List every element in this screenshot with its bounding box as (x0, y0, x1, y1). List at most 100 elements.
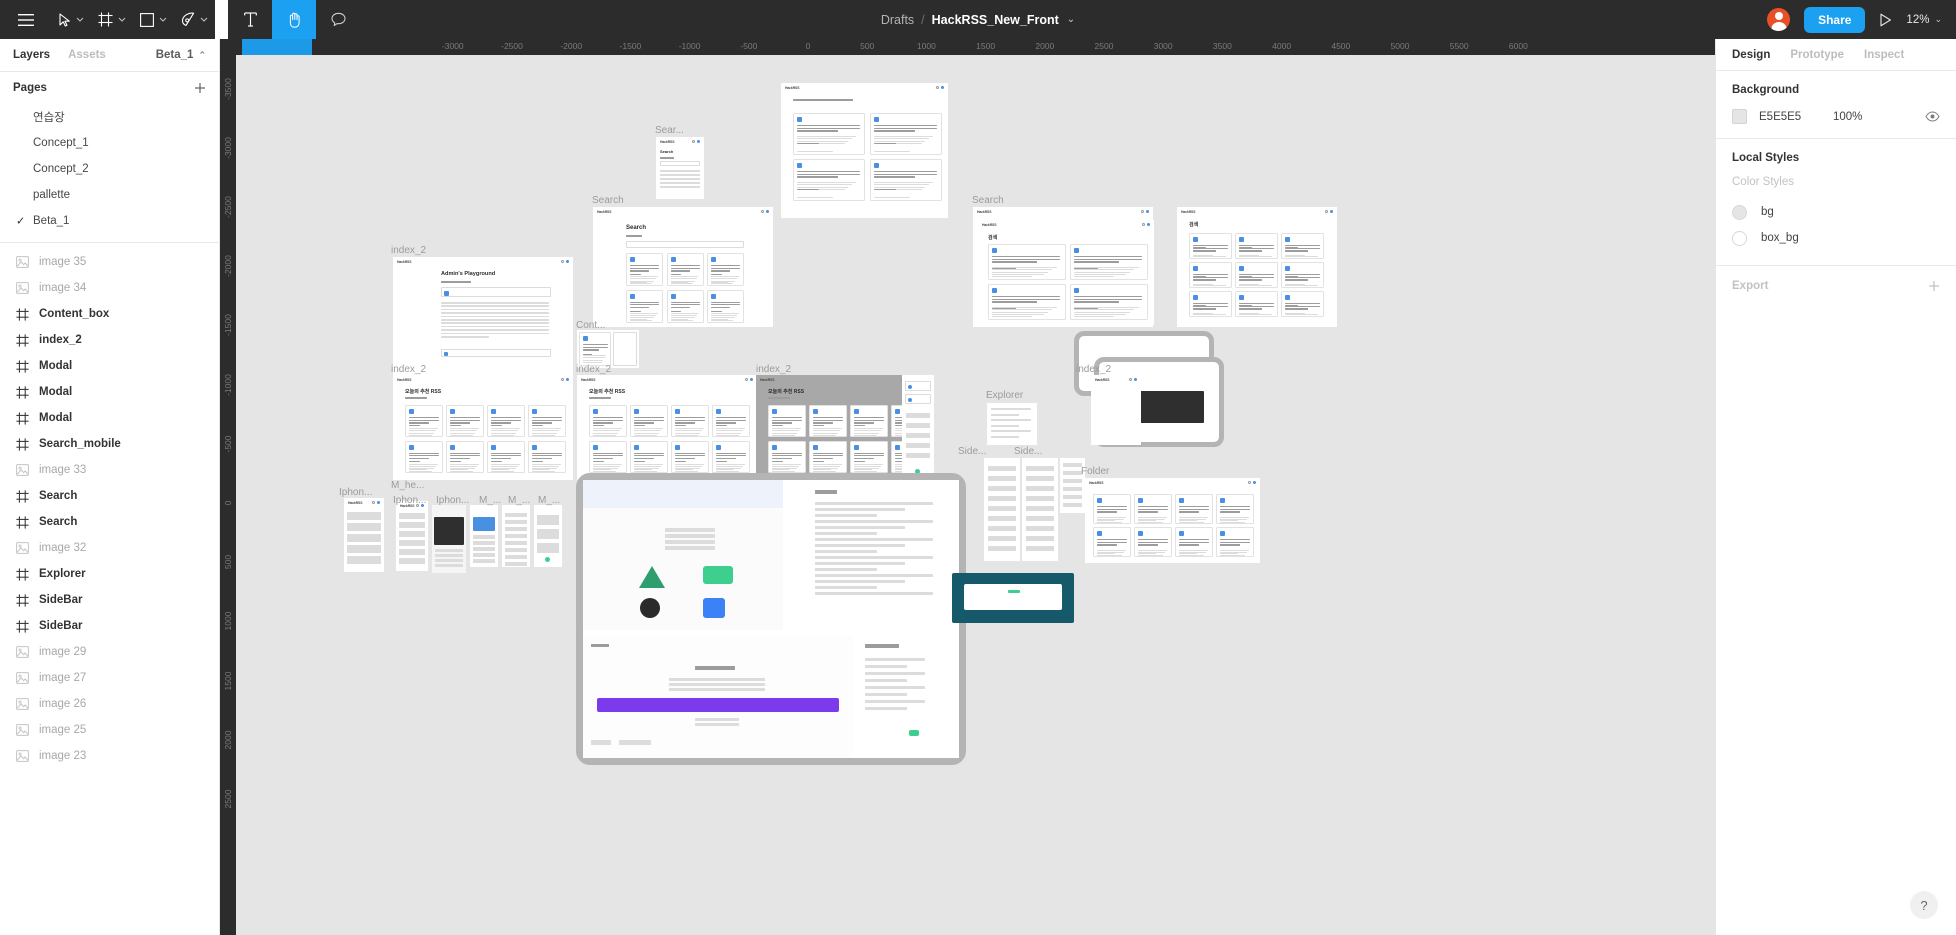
page-item-Beta_1[interactable]: ✓ Beta_1 (0, 208, 219, 234)
rss-card[interactable] (809, 440, 847, 473)
layer-row[interactable]: index_2 (0, 327, 219, 353)
artboard-frame[interactable] (470, 505, 498, 567)
rss-card[interactable] (487, 405, 525, 437)
large-device-frame[interactable] (576, 473, 966, 765)
rss-card[interactable] (988, 284, 1066, 320)
purple-progress-bar[interactable] (597, 698, 839, 712)
artboard-frame[interactable]: HackRSS (396, 501, 428, 571)
horizontal-ruler[interactable]: -3000 -2500 -2000 -1500 -1000 -500 0 500 1000 150… (220, 39, 1715, 55)
rss-card[interactable] (626, 253, 663, 286)
rss-card[interactable] (1235, 233, 1278, 259)
rss-card[interactable] (589, 405, 627, 437)
rss-card[interactable] (1189, 233, 1232, 259)
notice-box[interactable] (441, 349, 551, 357)
layer-row[interactable]: Modal (0, 379, 219, 405)
frame-label[interactable]: Side... (958, 446, 986, 457)
shape-tool-button[interactable] (133, 0, 174, 39)
device-bottom-left-pane[interactable] (583, 636, 853, 758)
rss-card[interactable] (579, 332, 611, 366)
layer-row[interactable]: Modal (0, 405, 219, 431)
device-left-pane[interactable] (583, 480, 783, 630)
layer-row[interactable]: Explorer (0, 561, 219, 587)
frame-label[interactable]: index_2 (391, 364, 426, 375)
rss-card[interactable] (446, 440, 484, 473)
artboard-frame[interactable]: HackRSS Search (593, 207, 773, 327)
layer-row[interactable]: image 29 (0, 639, 219, 665)
rss-card[interactable] (528, 405, 566, 437)
rss-card[interactable] (712, 405, 750, 437)
artboard-frame[interactable] (534, 505, 562, 567)
tab-design[interactable]: Design (1732, 49, 1770, 61)
artboard-frame[interactable]: HackRSS (781, 83, 948, 218)
frame-label[interactable]: Search (592, 195, 624, 206)
rss-card[interactable] (405, 405, 443, 437)
artboard-frame[interactable] (432, 505, 466, 573)
user-avatar[interactable] (1767, 8, 1791, 31)
zoom-control[interactable]: 12% ⌄ (1906, 14, 1942, 26)
rss-card[interactable] (1216, 527, 1254, 557)
background-hex-value[interactable]: E5E5E5 (1759, 111, 1833, 123)
rss-card[interactable] (768, 405, 806, 437)
artboard-frame[interactable] (987, 403, 1037, 445)
frame-label[interactable]: index_2 (756, 364, 791, 375)
layer-row[interactable]: Search (0, 509, 219, 535)
canvas-viewport[interactable]: -3000 -2500 -2000 -1500 -1000 -500 0 500 1000 150… (220, 39, 1715, 935)
rss-card[interactable] (626, 289, 663, 323)
page-item-Concept_1[interactable]: Concept_1 (0, 130, 219, 156)
rss-card[interactable] (487, 440, 525, 473)
tab-prototype[interactable]: Prototype (1790, 49, 1844, 61)
layer-row[interactable]: Search_mobile (0, 431, 219, 457)
rss-card[interactable] (988, 244, 1066, 280)
file-name-label[interactable]: HackRSS_New_Front (932, 13, 1059, 27)
rss-card[interactable] (1189, 291, 1232, 317)
pen-tool-button[interactable] (174, 0, 215, 39)
layer-row[interactable]: Content_box (0, 301, 219, 327)
hand-tool-button[interactable] (272, 0, 316, 39)
rss-card[interactable] (1093, 527, 1131, 557)
search-input[interactable] (626, 241, 744, 248)
artboard-frame[interactable] (577, 330, 639, 368)
modal-inner-field[interactable] (964, 584, 1062, 610)
frame-label[interactable]: index_2 (576, 364, 611, 375)
artboard-frame[interactable] (984, 458, 1020, 561)
page-item-Concept_2[interactable]: Concept_2 (0, 156, 219, 182)
layer-row[interactable]: image 34 (0, 275, 219, 301)
notice-box[interactable] (441, 287, 551, 297)
breadcrumb-project[interactable]: Drafts (881, 13, 914, 27)
color-style-box_bg[interactable]: box_bg (1732, 225, 1940, 251)
rss-card[interactable] (793, 159, 865, 201)
rss-card[interactable] (528, 440, 566, 473)
comment-tool-button[interactable] (316, 0, 360, 39)
rss-card[interactable] (589, 440, 627, 473)
rss-card[interactable] (1281, 262, 1324, 288)
rss-card[interactable] (809, 405, 847, 437)
layer-row[interactable]: image 25 (0, 717, 219, 743)
frame-label[interactable]: Iphon... (339, 487, 372, 498)
canvas-surface[interactable]: HackRSS Search HackRSS Search HackRSS HackRSS… (236, 55, 1715, 935)
rss-card[interactable] (1070, 284, 1148, 320)
rss-card[interactable] (1134, 494, 1172, 524)
page-item-pallette[interactable]: pallette (0, 182, 219, 208)
rss-card[interactable] (707, 253, 744, 286)
artboard-frame[interactable]: HackRSS (1091, 375, 1141, 445)
frame-label[interactable]: index_2 (391, 245, 426, 256)
highlight-box[interactable] (473, 517, 495, 531)
sidebar-item[interactable] (905, 381, 931, 391)
rss-card[interactable] (1216, 494, 1254, 524)
rss-card[interactable] (671, 440, 709, 473)
rss-card[interactable] (1175, 494, 1213, 524)
frame-label[interactable]: index_2 (1076, 364, 1111, 375)
tab-layers[interactable]: Layers (13, 49, 50, 61)
content-box[interactable] (613, 332, 637, 366)
rss-card[interactable] (1281, 233, 1324, 259)
rss-card[interactable] (1235, 262, 1278, 288)
help-button[interactable]: ? (1910, 891, 1938, 919)
artboard-frame[interactable]: HackRSS (344, 498, 384, 572)
frame-label[interactable]: M_... (479, 495, 501, 506)
artboard-frame[interactable] (1022, 458, 1058, 561)
frame-label[interactable]: M_... (508, 495, 530, 506)
frame-label[interactable]: Sear... (655, 125, 684, 136)
rss-card[interactable] (666, 289, 704, 323)
frame-tool-caret-icon[interactable] (118, 17, 126, 22)
text-tool-button[interactable] (228, 0, 272, 39)
